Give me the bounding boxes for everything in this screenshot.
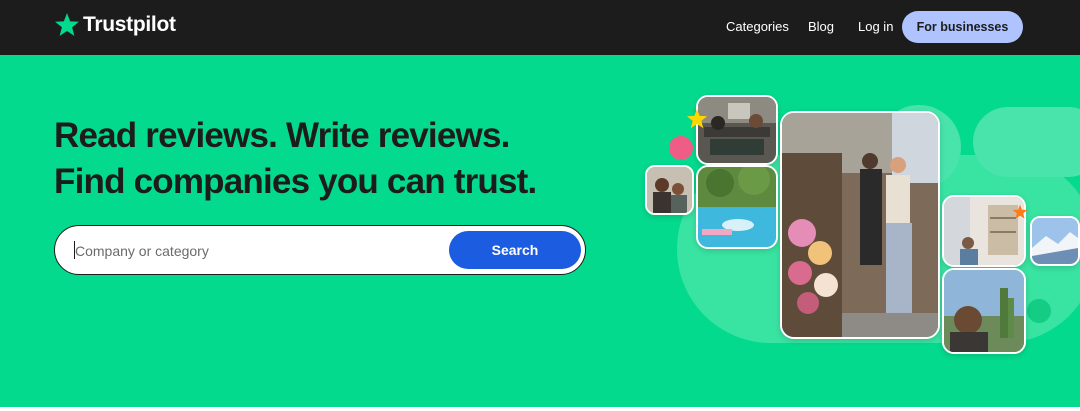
collage-photo-landscape [1030,216,1080,266]
decorative-pink-dot [669,136,693,160]
hero-headline: Read reviews. Write reviews. Find compan… [54,113,537,205]
nav-login-link[interactable]: Log in [858,19,893,34]
nav-categories-link[interactable]: Categories [726,19,789,34]
collage-photo-office [696,95,778,165]
collage-photo-pool [696,165,778,249]
nav-blog-link[interactable]: Blog [808,19,834,34]
star-icon [1012,204,1028,219]
search-input[interactable] [73,238,437,264]
collage-photo-flower-shop [780,111,940,339]
headline-line-2: Find companies you can trust. [54,162,537,201]
search-button[interactable]: Search [449,231,581,269]
logo-text: Trustpilot [83,13,176,36]
search-bar: Search [54,225,586,275]
trustpilot-star-icon [55,13,79,36]
headline-line-1: Read reviews. Write reviews. [54,116,510,155]
trustpilot-logo[interactable]: Trustpilot [54,12,176,38]
collage-photo-selfie [942,268,1026,354]
collage-photo-couple [645,165,694,215]
for-businesses-button[interactable]: For businesses [902,11,1023,43]
top-navigation-bar: Trustpilot Categories Blog Log in For bu… [0,0,1080,55]
decorative-pill-shape [973,107,1080,177]
hero-section: Read reviews. Write reviews. Find compan… [0,55,1080,407]
page-bottom-edge [0,407,1080,411]
star-icon [686,108,708,129]
decorative-green-dot [1027,299,1051,323]
